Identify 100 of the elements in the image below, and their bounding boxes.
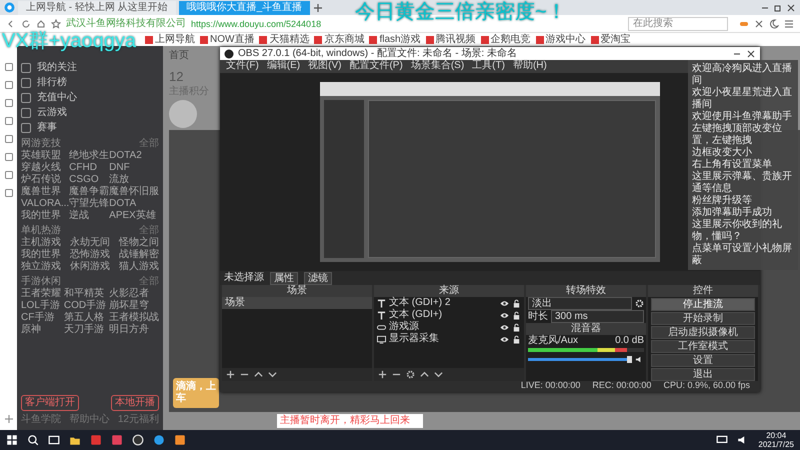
category-link[interactable]: 王者荣耀 [21,288,61,300]
category-link[interactable]: 猫人游戏 [119,261,159,273]
task-view-icon[interactable] [48,434,60,446]
menu-item[interactable]: 文件(F) [226,60,259,73]
browser-tab[interactable]: 哦哦哦你大直播_斗鱼直播 [178,0,310,14]
category-link[interactable]: 主机游戏 [21,237,61,249]
duration-field[interactable]: 300 ms [551,310,644,323]
menu-icon[interactable] [784,18,794,28]
source-item[interactable]: 游戏源 [389,321,497,333]
menu-item[interactable]: 帮助(H) [512,60,547,73]
outline-square-icon[interactable] [4,134,14,144]
circle-app-icon[interactable] [153,434,165,446]
footer-link[interactable]: 帮助中心 [69,414,110,426]
bookmark-link[interactable]: 天猫精选 [259,34,310,46]
sidebar-menu-item[interactable]: 充值中心 [21,90,77,105]
category-link[interactable]: 魔兽怀旧服 [109,186,160,198]
category-link[interactable]: 流放 [109,174,160,186]
volume-slider-thumb[interactable] [627,356,632,362]
outline-square-icon[interactable] [4,188,14,198]
address-url[interactable]: https://www.douyu.com/5244018 [191,18,322,30]
bookmark-link[interactable]: 爱淘宝 [590,34,631,46]
scene-item[interactable]: 场景 [222,297,372,309]
outline-square-icon[interactable] [4,152,14,162]
chevron-up-icon[interactable] [420,370,429,379]
footer-link[interactable]: 12元福利 [118,414,159,426]
bookmark-link[interactable]: flash游戏 [369,34,421,46]
padlock-icon[interactable] [512,322,521,332]
outline-square-icon[interactable] [4,80,14,90]
category-link[interactable]: CSGO [69,174,110,186]
circle-app-icon[interactable] [132,434,144,446]
category-link[interactable]: 王者模拟战 [108,312,159,324]
bookmark-link[interactable]: 游戏中心 [536,34,586,46]
plus-icon[interactable] [226,370,235,379]
browser-tab[interactable]: 上网导航 - 轻快上网 从这里开始 [18,0,176,14]
bookmark-link[interactable]: 上网导航 [145,34,195,46]
category-link[interactable]: 我的世界 [21,210,70,222]
plus-icon[interactable] [378,370,387,379]
category-link[interactable]: LOL手游 [21,300,61,312]
clock-time[interactable]: 20:04 [766,431,786,440]
source-item[interactable]: 文本 (GDI+) 2 [389,297,497,309]
category-link[interactable]: 原神 [21,324,61,336]
source-item[interactable]: 文本 (GDI+) [389,309,497,321]
padlock-icon[interactable] [512,310,521,320]
more-link[interactable]: 全部 [139,276,159,288]
eye-icon[interactable] [500,322,509,332]
more-link[interactable]: 全部 [139,225,159,237]
category-link[interactable]: 火影忍者 [108,288,159,300]
footer-link[interactable]: 斗鱼学院 [21,414,61,426]
category-link[interactable]: 魔兽世界 [21,186,70,198]
category-link[interactable]: 恐怖游戏 [70,249,110,261]
padlock-icon[interactable] [512,334,521,344]
sidebar-menu-item[interactable]: 排行榜 [21,75,67,90]
search-icon[interactable] [27,434,39,446]
menu-item[interactable]: 场景集合(S) [410,60,464,73]
outline-square-icon[interactable] [4,170,14,180]
control-button[interactable]: 工作室模式 [651,340,755,353]
network-icon[interactable] [716,434,728,446]
control-button[interactable]: 启动虚拟摄像机 [651,326,755,339]
toolbar-button[interactable]: 属性 [270,272,298,284]
sidebar-menu-item[interactable]: 赛事 [21,120,57,135]
control-button[interactable]: 退出 [651,368,755,381]
category-link[interactable]: 明日方舟 [108,324,159,336]
eye-icon[interactable] [500,310,509,320]
category-link[interactable]: 魔兽争霸 [69,186,110,198]
plus-icon[interactable] [4,414,14,424]
category-link[interactable]: 永劫无间 [70,237,110,249]
menu-item[interactable]: 工具(T) [472,60,505,73]
bookmark-link[interactable]: NOW直播 [200,34,254,46]
category-link[interactable]: 绝地求生 [69,150,110,162]
app-icon[interactable] [174,434,186,446]
menu-item[interactable]: 视图(V) [308,60,342,73]
app-icon[interactable] [111,434,123,446]
control-button[interactable]: 停止推流 [651,298,755,311]
eye-icon[interactable] [500,298,509,308]
outline-square-icon[interactable] [4,98,14,108]
category-link[interactable]: 我的世界 [21,249,61,261]
category-link[interactable]: 穿越火线 [21,162,70,174]
category-link[interactable]: DOTA [109,198,160,210]
category-link[interactable]: 第五人格 [64,312,106,324]
padlock-icon[interactable] [512,298,521,308]
category-link[interactable]: DOTA2 [109,150,160,162]
transition-dropdown[interactable]: 淡出 [528,297,632,310]
restore-icon[interactable] [773,2,783,12]
gear-icon[interactable] [635,299,644,308]
sidebar-button[interactable]: 本地开播 [111,395,159,411]
close-icon[interactable] [746,48,756,58]
search-field[interactable]: 在此搜索 [628,16,728,30]
menu-item[interactable]: 编辑(E) [266,60,300,73]
more-link[interactable]: 全部 [139,138,159,150]
gear-icon[interactable] [406,370,415,379]
chevron-down-icon[interactable] [434,370,443,379]
toolbar-button[interactable]: 滤镜 [304,272,332,284]
category-link[interactable]: 天刀手游 [64,324,106,336]
category-link[interactable]: CFHD [69,162,110,174]
outline-square-icon[interactable] [4,62,14,72]
refresh-icon[interactable] [21,18,31,28]
category-link[interactable]: CF手游 [21,312,61,324]
home-icon[interactable] [36,18,46,28]
eye-icon[interactable] [500,334,509,344]
bookmark-link[interactable]: 企鹅电竞 [480,34,531,46]
